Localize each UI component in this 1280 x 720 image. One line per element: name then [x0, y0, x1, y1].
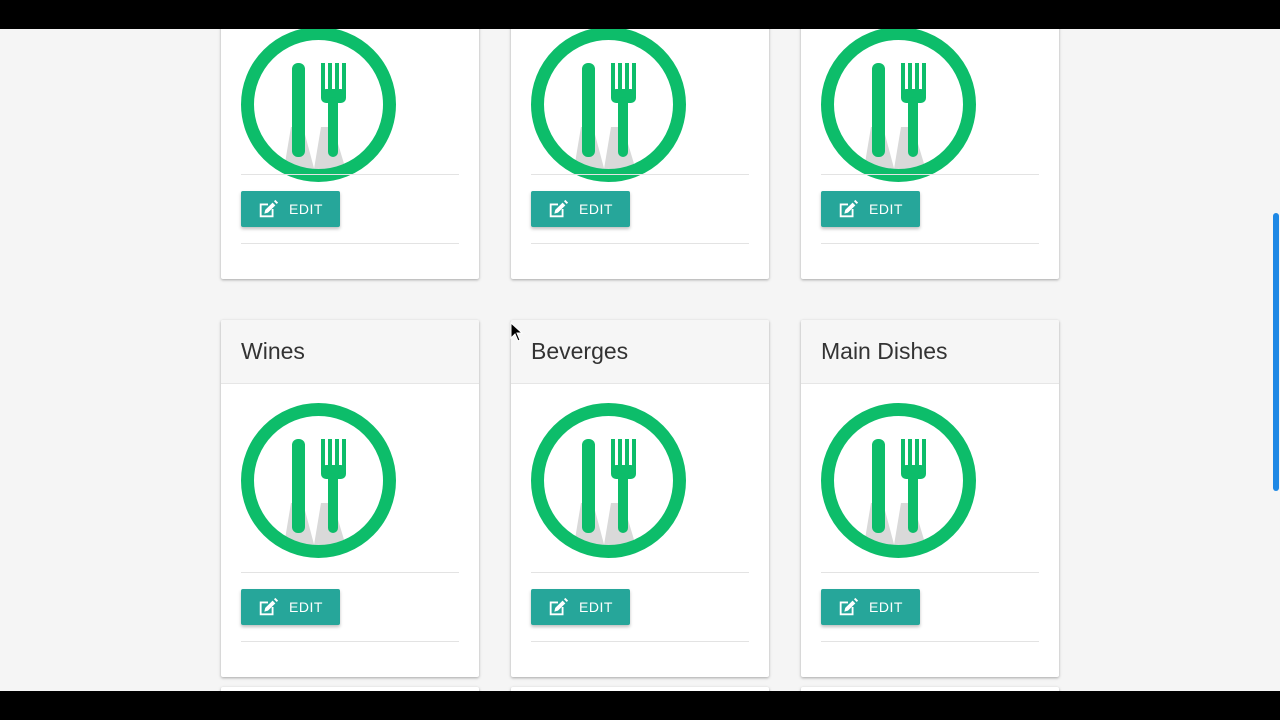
card-divider: [821, 572, 1039, 573]
card-divider: [821, 641, 1039, 642]
card-divider: [531, 174, 749, 175]
edit-button-label: EDIT: [869, 201, 903, 217]
edit-button[interactable]: EDIT: [821, 589, 920, 625]
card-divider: [241, 572, 459, 573]
edit-button[interactable]: EDIT: [241, 191, 340, 227]
edit-pencil-icon: [839, 597, 859, 616]
mouse-cursor-icon: [510, 322, 524, 342]
edit-pencil-icon: [549, 597, 569, 616]
category-card: EDIT: [221, 29, 479, 279]
edit-button[interactable]: EDIT: [241, 589, 340, 625]
card-title: Wines: [221, 320, 479, 384]
top-black-bar: [0, 0, 1280, 29]
edit-button-label: EDIT: [579, 201, 613, 217]
category-card: EDIT: [511, 29, 769, 279]
category-card-main-dishes: Main Dishes EDIT: [801, 320, 1059, 677]
fork-knife-icon: [241, 29, 396, 182]
card-divider: [531, 243, 749, 244]
edit-button[interactable]: EDIT: [821, 191, 920, 227]
card-title-text: Beverges: [531, 338, 629, 364]
card-divider: [241, 174, 459, 175]
card-title: Beverges: [511, 320, 769, 384]
card-title: Main Dishes: [801, 320, 1059, 384]
edit-pencil-icon: [259, 199, 279, 218]
page-viewport: EDIT EDIT EDIT Wines EDIT Beverges EDIT …: [0, 29, 1280, 691]
category-card-beverges: Beverges EDIT: [511, 320, 769, 677]
fork-knife-icon: [241, 403, 396, 558]
fork-knife-icon: [821, 29, 976, 182]
card-divider: [241, 641, 459, 642]
card-divider: [241, 243, 459, 244]
edit-pencil-icon: [839, 199, 859, 218]
card-divider: [821, 243, 1039, 244]
edit-button-label: EDIT: [579, 599, 613, 615]
card-title-text: Main Dishes: [821, 338, 948, 364]
bottom-black-bar: [0, 691, 1280, 720]
scrollbar-thumb[interactable]: [1273, 213, 1279, 491]
fork-knife-icon: [531, 403, 686, 558]
card-divider: [531, 572, 749, 573]
card-divider: [821, 174, 1039, 175]
edit-pencil-icon: [549, 199, 569, 218]
card-title-text: Wines: [241, 338, 305, 364]
card-divider: [531, 641, 749, 642]
fork-knife-icon: [531, 29, 686, 182]
edit-pencil-icon: [259, 597, 279, 616]
edit-button[interactable]: EDIT: [531, 191, 630, 227]
edit-button[interactable]: EDIT: [531, 589, 630, 625]
fork-knife-icon: [821, 403, 976, 558]
edit-button-label: EDIT: [869, 599, 903, 615]
edit-button-label: EDIT: [289, 201, 323, 217]
category-card-wines: Wines EDIT: [221, 320, 479, 677]
edit-button-label: EDIT: [289, 599, 323, 615]
category-card: EDIT: [801, 29, 1059, 279]
